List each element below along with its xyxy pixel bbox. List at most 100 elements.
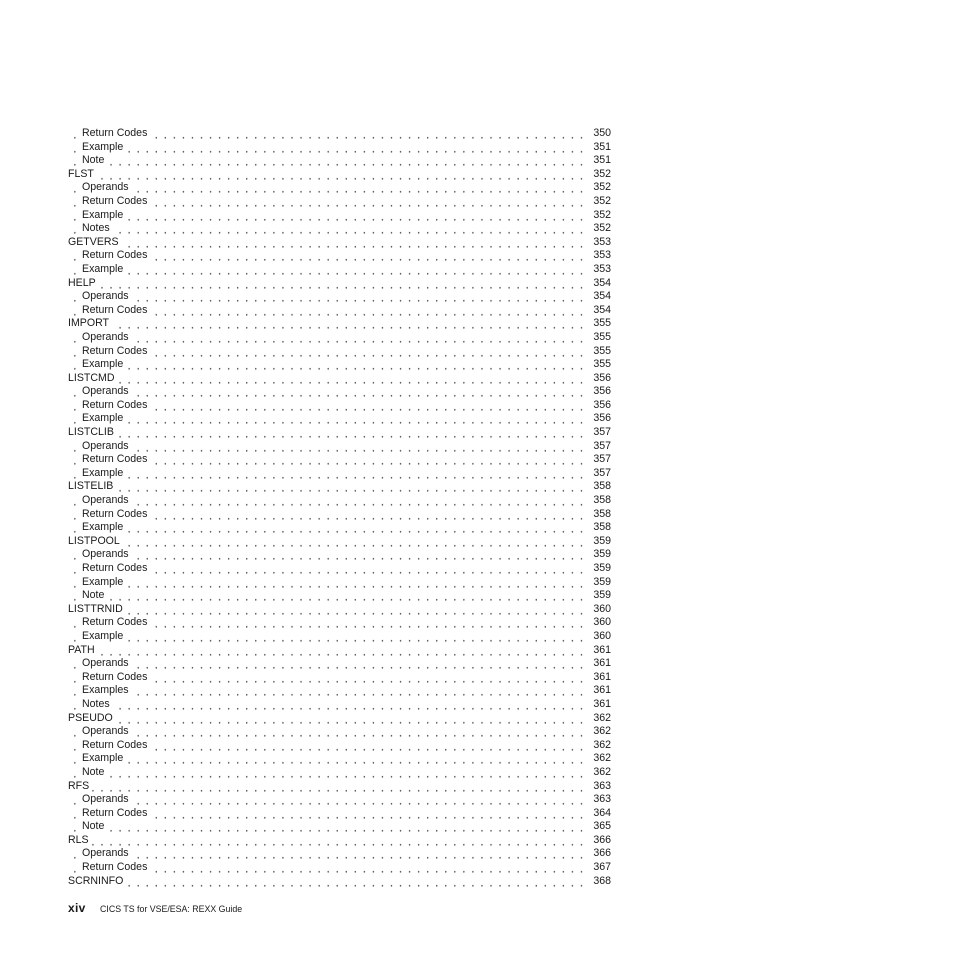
- toc-entry-subsection[interactable]: Notes 352: [68, 222, 611, 236]
- toc-entry-subsection[interactable]: Example 351: [68, 140, 611, 155]
- toc-entry-page: 357: [591, 453, 611, 467]
- toc-entry-subsection[interactable]: Operands 355: [68, 330, 611, 345]
- toc-entry-title: Example: [82, 521, 127, 535]
- toc-entry-subsection[interactable]: Note 362: [68, 765, 611, 780]
- dot-leader: [68, 426, 587, 440]
- toc-entry-subsection[interactable]: Examples 361: [68, 684, 611, 698]
- toc-entry-subsection[interactable]: Example 362: [68, 752, 611, 766]
- toc-entry-subsection[interactable]: Return Codes 359: [68, 562, 611, 576]
- toc-entry-page: 351: [591, 140, 611, 155]
- toc-entry-subsection[interactable]: Operands 362: [68, 725, 611, 739]
- toc-entry-command[interactable]: LISTTRNID 360: [68, 602, 611, 617]
- toc-entry-page: 357: [591, 466, 611, 481]
- toc-entry-page: 362: [591, 711, 611, 726]
- dot-leader: [68, 752, 587, 766]
- toc-entry-subsection[interactable]: Example 359: [68, 575, 611, 590]
- toc-entry-page: 356: [591, 385, 611, 399]
- toc-entry-command[interactable]: LISTCMD 356: [68, 371, 611, 386]
- toc-entry-subsection[interactable]: Example 352: [68, 208, 611, 223]
- toc-entry-command[interactable]: IMPORT 355: [68, 317, 611, 331]
- toc-entry-title: Notes: [82, 222, 113, 236]
- toc-entry-subsection[interactable]: Return Codes 358: [68, 507, 611, 522]
- toc-entry-page: 356: [591, 371, 611, 386]
- toc-entry-command[interactable]: FLST 352: [68, 167, 611, 182]
- toc-entry-command[interactable]: LISTPOOL 359: [68, 534, 611, 549]
- toc-entry-page: 357: [591, 426, 611, 440]
- toc-entry-subsection[interactable]: Return Codes 361: [68, 670, 611, 685]
- dot-leader: [68, 847, 587, 862]
- dot-leader: [68, 521, 587, 535]
- toc-entry-subsection[interactable]: Return Codes 350: [68, 127, 611, 141]
- toc-entry-page: 361: [591, 697, 611, 712]
- dot-leader: [68, 874, 587, 889]
- toc-entry-subsection[interactable]: Notes 361: [68, 697, 611, 712]
- toc-entry-page: 354: [591, 276, 611, 291]
- toc-entry-subsection[interactable]: Example 357: [68, 466, 611, 481]
- toc-entry-subsection[interactable]: Note 351: [68, 154, 611, 168]
- toc-entry-subsection[interactable]: Example 356: [68, 412, 611, 427]
- toc-entry-title: HELP: [68, 276, 99, 291]
- toc-entry-subsection[interactable]: Return Codes 352: [68, 194, 611, 209]
- toc-entry-subsection[interactable]: Return Codes 354: [68, 303, 611, 318]
- toc-entry-page: 354: [591, 290, 611, 304]
- toc-entry-page: 350: [591, 127, 611, 141]
- toc-entry-subsection[interactable]: Note 365: [68, 820, 611, 834]
- toc-entry-subsection[interactable]: Operands 356: [68, 385, 611, 399]
- toc-entry-title: LISTELIB: [68, 480, 117, 495]
- toc-entry-subsection[interactable]: Return Codes 364: [68, 806, 611, 821]
- toc-entry-subsection[interactable]: Operands 366: [68, 847, 611, 862]
- dot-leader: [68, 534, 587, 549]
- dot-leader: [68, 657, 587, 671]
- toc-entry-page: 359: [591, 575, 611, 590]
- toc-entry-command[interactable]: SCRNINFO 368: [68, 874, 611, 889]
- toc-entry-subsection[interactable]: Example 358: [68, 521, 611, 535]
- toc-entry-subsection[interactable]: Operands 359: [68, 548, 611, 562]
- toc-entry-subsection[interactable]: Return Codes 362: [68, 738, 611, 753]
- dot-leader: [68, 833, 587, 848]
- toc-entry-command[interactable]: PATH 361: [68, 643, 611, 658]
- toc-entry-subsection[interactable]: Return Codes 353: [68, 249, 611, 263]
- toc-entry-page: 353: [591, 262, 611, 277]
- toc-entry-title: Operands: [82, 181, 132, 195]
- toc-entry-command[interactable]: GETVERS 353: [68, 235, 611, 250]
- toc-entry-subsection[interactable]: Operands 363: [68, 793, 611, 807]
- dot-leader: [68, 317, 587, 331]
- toc-entry-page: 353: [591, 235, 611, 250]
- toc-entry-page: 359: [591, 534, 611, 549]
- toc-entry-command[interactable]: RLS 366: [68, 833, 611, 848]
- page-number: xiv: [68, 901, 86, 915]
- toc-entry-subsection[interactable]: Operands 358: [68, 494, 611, 508]
- toc-entry-title: Operands: [82, 439, 132, 454]
- toc-entry-page: 359: [591, 589, 611, 603]
- toc-entry-subsection[interactable]: Example 360: [68, 629, 611, 644]
- dot-leader: [68, 480, 587, 495]
- dot-leader: [68, 725, 587, 739]
- toc-entry-command[interactable]: RFS 363: [68, 779, 611, 794]
- toc-entry-subsection[interactable]: Operands 352: [68, 181, 611, 195]
- toc-entry-command[interactable]: LISTCLIB 357: [68, 426, 611, 440]
- toc-entry-title: RLS: [68, 833, 92, 848]
- toc-entry-subsection[interactable]: Return Codes 367: [68, 861, 611, 875]
- toc-entry-subsection[interactable]: Note 359: [68, 589, 611, 603]
- toc-entry-command[interactable]: LISTELIB 358: [68, 480, 611, 495]
- toc-entry-subsection[interactable]: Example 355: [68, 358, 611, 372]
- toc-entry-subsection[interactable]: Example 353: [68, 262, 611, 277]
- toc-entry-subsection[interactable]: Return Codes 355: [68, 344, 611, 359]
- toc-entry-subsection[interactable]: Operands 354: [68, 290, 611, 304]
- toc-entry-page: 361: [591, 643, 611, 658]
- toc-entry-subsection[interactable]: Operands 357: [68, 439, 611, 454]
- toc-entry-subsection[interactable]: Return Codes 360: [68, 616, 611, 630]
- toc-entry-title: Return Codes: [82, 806, 151, 821]
- dot-leader: [68, 602, 587, 617]
- toc-entry-title: Return Codes: [82, 453, 151, 467]
- toc-entry-command[interactable]: PSEUDO 362: [68, 711, 611, 726]
- toc-entry-subsection[interactable]: Operands 361: [68, 657, 611, 671]
- toc-entry-command[interactable]: HELP 354: [68, 276, 611, 291]
- toc-entry-subsection[interactable]: Return Codes 356: [68, 398, 611, 413]
- toc-entry-title: Operands: [82, 657, 132, 671]
- toc-entry-page: 352: [591, 194, 611, 209]
- toc-entry-page: 355: [591, 317, 611, 331]
- toc-entry-title: SCRNINFO: [68, 874, 127, 889]
- toc-entry-page: 362: [591, 725, 611, 739]
- toc-entry-subsection[interactable]: Return Codes 357: [68, 453, 611, 467]
